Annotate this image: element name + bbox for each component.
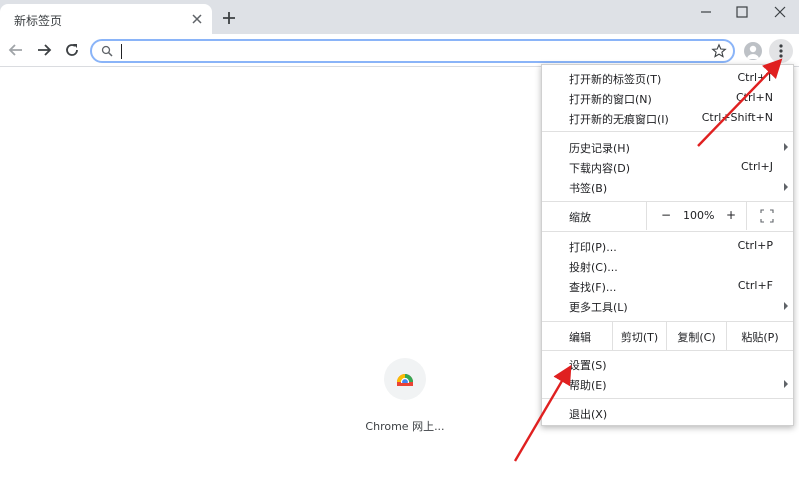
profile-avatar-icon[interactable]	[744, 42, 762, 60]
menu-item-label: 投射(C)...	[569, 261, 618, 274]
fullscreen-icon[interactable]	[760, 209, 774, 223]
copy-button[interactable]: 复制(C)	[666, 322, 726, 350]
menu-item-shortcut: Ctrl+F	[737, 279, 773, 292]
menu-edit-row: 编辑 剪切(T) 复制(C) 粘贴(P)	[542, 322, 793, 350]
menu-item-shortcut: Ctrl+Shift+N	[701, 111, 773, 124]
paste-button[interactable]: 粘贴(P)	[726, 322, 793, 350]
menu-item-shortcut: Ctrl+T	[737, 71, 773, 84]
submenu-arrow-icon	[784, 380, 788, 388]
address-bar[interactable]	[90, 39, 735, 63]
zoom-level: 100%	[683, 209, 715, 222]
submenu-arrow-icon	[784, 183, 788, 191]
cut-label: 剪切(T)	[620, 331, 659, 344]
zoom-in-button[interactable]: +	[726, 208, 736, 222]
menu-zoom-row: 缩放 − 100% +	[542, 202, 793, 230]
tab-strip: 新标签页	[0, 0, 799, 34]
menu-item-downloads[interactable]: 下载内容(D) Ctrl+J	[542, 157, 793, 177]
three-dots-icon	[779, 44, 783, 58]
menu-item-label: 下载内容(D)	[569, 162, 631, 175]
menu-item-label: 设置(S)	[569, 359, 607, 372]
menu-divider	[542, 350, 793, 351]
address-input[interactable]	[120, 43, 680, 59]
chrome-menu-button[interactable]	[769, 39, 793, 63]
menu-item-shortcut: Ctrl+P	[737, 239, 773, 252]
menu-item-label: 打印(P)...	[569, 241, 617, 254]
menu-item-label: 历史记录(H)	[569, 142, 630, 155]
search-icon	[101, 45, 113, 57]
toolbar	[0, 34, 799, 67]
close-icon[interactable]	[190, 12, 204, 26]
bookmark-star-icon[interactable]	[711, 43, 727, 59]
maximize-icon[interactable]	[730, 4, 754, 20]
menu-item-history[interactable]: 历史记录(H)	[542, 137, 793, 157]
menu-item-new-window[interactable]: 打开新的窗口(N) Ctrl+N	[542, 88, 793, 108]
zoom-controls: − 100% +	[646, 202, 747, 230]
menu-item-label: 更多工具(L)	[569, 301, 628, 314]
menu-divider	[542, 231, 793, 232]
edit-label: 编辑	[569, 331, 591, 344]
menu-item-label: 查找(F)...	[569, 281, 617, 294]
new-tab-plus-icon[interactable]	[222, 11, 236, 25]
menu-item-help[interactable]: 帮助(E)	[542, 374, 793, 394]
zoom-label: 缩放	[569, 211, 591, 224]
submenu-arrow-icon	[784, 143, 788, 151]
menu-item-cast[interactable]: 投射(C)...	[542, 256, 793, 276]
menu-item-bookmarks[interactable]: 书签(B)	[542, 177, 793, 197]
menu-divider	[542, 398, 793, 399]
shortcut-icon-circle	[384, 358, 426, 400]
zoom-out-button[interactable]: −	[661, 208, 671, 222]
menu-item-settings[interactable]: 设置(S)	[542, 354, 793, 374]
menu-item-find[interactable]: 查找(F)... Ctrl+F	[542, 276, 793, 296]
cut-button[interactable]: 剪切(T)	[612, 322, 666, 350]
menu-item-print[interactable]: 打印(P)... Ctrl+P	[542, 236, 793, 256]
window-close-icon[interactable]	[768, 4, 792, 20]
chrome-web-store-icon	[397, 374, 413, 387]
back-arrow-icon[interactable]	[8, 42, 24, 58]
tab-new-tab[interactable]: 新标签页	[0, 4, 212, 34]
tab-title: 新标签页	[14, 14, 63, 28]
paste-label: 粘贴(P)	[741, 331, 779, 344]
shortcut-tile-chrome-web-store[interactable]: Chrome 网上...	[364, 356, 446, 436]
chrome-menu: 打开新的标签页(T) Ctrl+T 打开新的窗口(N) Ctrl+N 打开新的无…	[541, 64, 794, 426]
menu-item-label: 书签(B)	[569, 182, 608, 195]
forward-arrow-icon[interactable]	[36, 42, 52, 58]
menu-item-label: 退出(X)	[569, 408, 608, 421]
menu-item-exit[interactable]: 退出(X)	[542, 403, 793, 423]
menu-item-shortcut: Ctrl+J	[740, 160, 773, 173]
shortcut-label: Chrome 网上...	[365, 420, 445, 433]
menu-item-label: 打开新的无痕窗口(I)	[569, 113, 669, 126]
text-caret	[121, 44, 122, 59]
menu-divider	[542, 131, 793, 132]
menu-item-label: 帮助(E)	[569, 379, 607, 392]
menu-item-label: 打开新的窗口(N)	[569, 93, 652, 106]
menu-item-new-tab[interactable]: 打开新的标签页(T) Ctrl+T	[542, 68, 793, 88]
menu-item-new-incognito[interactable]: 打开新的无痕窗口(I) Ctrl+Shift+N	[542, 108, 793, 128]
copy-label: 复制(C)	[677, 331, 716, 344]
menu-item-label: 打开新的标签页(T)	[569, 73, 662, 86]
reload-icon[interactable]	[64, 42, 80, 58]
submenu-arrow-icon	[784, 302, 788, 310]
browser-window: 新标签页 Chrome 网上... 打开新的标签页(T) Ctrl+T 打开新的…	[0, 0, 799, 490]
minimize-icon[interactable]	[694, 4, 718, 20]
menu-item-more-tools[interactable]: 更多工具(L)	[542, 296, 793, 316]
menu-item-shortcut: Ctrl+N	[735, 91, 773, 104]
